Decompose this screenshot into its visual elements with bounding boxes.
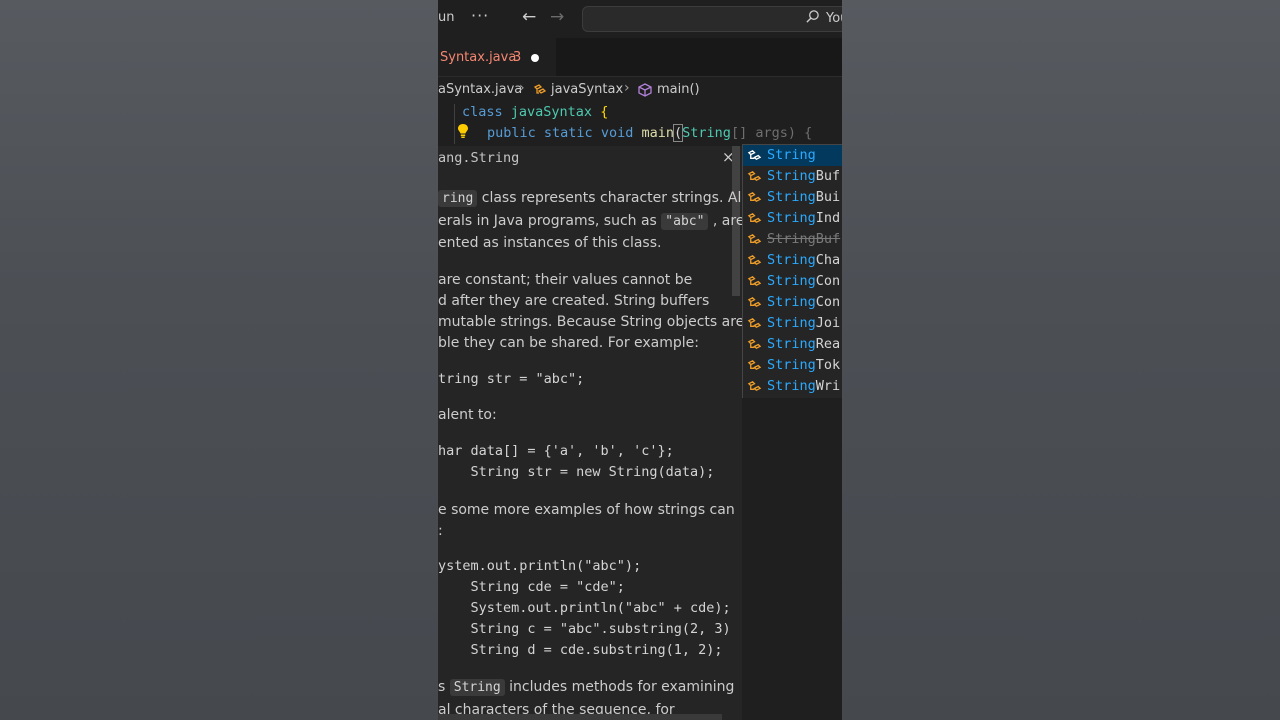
chevron-right-icon: ›	[519, 80, 525, 96]
suggestion-item[interactable]: StringWri	[743, 376, 842, 397]
suggestion-item[interactable]: StringBuf	[743, 166, 842, 187]
suggestion-label: StringBui	[767, 189, 841, 205]
class-icon	[747, 213, 762, 224]
suggestion-list: String StringBuf StringBui StringInd StringB…	[742, 144, 842, 400]
breadcrumb-class[interactable]: javaSyntax	[551, 82, 623, 97]
suggestion-label: StringBuf	[767, 168, 841, 184]
command-center-search[interactable]: You	[582, 6, 842, 32]
menu-run[interactable]: un	[438, 10, 454, 25]
menu-more-button[interactable]: ···	[471, 6, 489, 25]
doc-example-3-line-4: String c = "abc".substring(2, 3)	[438, 621, 731, 637]
title-bar: un ··· ← → You	[438, 0, 842, 38]
lightbulb-icon[interactable]	[456, 123, 470, 139]
suggestion-label: StringInd	[767, 210, 841, 226]
suggestion-label: String	[767, 147, 816, 163]
doc-horizontal-scrollbar[interactable]	[438, 714, 722, 720]
unsaved-dot-icon[interactable]	[531, 54, 539, 62]
code-line-1: class javaSyntax {	[462, 104, 609, 120]
doc-paragraph-3-line-2: :	[438, 523, 443, 539]
class-icon	[747, 192, 762, 203]
suggestion-label: StringRea	[767, 336, 841, 352]
doc-paragraph-2-line-4: ble they can be shared. For example:	[438, 335, 699, 351]
doc-example-3-line-2: String cde = "cde";	[438, 579, 625, 595]
suggestion-label: StringWri	[767, 378, 841, 394]
tab-javasyntax[interactable]: Syntax.java 3	[438, 38, 556, 76]
doc-example-1: tring str = "abc";	[438, 371, 585, 387]
breadcrumb-method[interactable]: main()	[657, 82, 700, 97]
doc-paragraph-1-line-3: ented as instances of this class.	[438, 235, 662, 251]
suggestion-item[interactable]: StringInd	[743, 208, 842, 229]
suggestion-label: StringCon	[767, 273, 841, 289]
suggestion-item[interactable]: StringTok	[743, 355, 842, 376]
doc-paragraph-2-line-3: mutable strings. Because String objects …	[438, 314, 743, 330]
suggestion-item[interactable]: StringCha	[743, 250, 842, 271]
search-icon	[806, 10, 819, 23]
class-icon	[747, 297, 762, 308]
class-icon	[747, 150, 762, 161]
suggestion-item[interactable]: String	[743, 145, 842, 166]
suggestion-label: StringBuf	[767, 231, 841, 247]
arrow-right-icon[interactable]: →	[550, 7, 564, 27]
suggestion-item[interactable]: StringRea	[743, 334, 842, 355]
suggestion-item[interactable]: StringCon	[743, 271, 842, 292]
background-right	[842, 0, 1280, 720]
arrow-left-icon[interactable]: ←	[522, 7, 536, 27]
doc-paragraph-4: s String includes methods for examining	[438, 679, 735, 696]
class-icon	[747, 381, 762, 392]
tab-label: Syntax.java	[440, 50, 517, 65]
doc-example-3-line-3: System.out.println("abc" + cde);	[438, 600, 731, 616]
class-icon	[747, 171, 762, 182]
code-editor[interactable]: class javaSyntax { public static void ma…	[438, 102, 842, 144]
chevron-right-icon: ›	[624, 80, 630, 96]
class-icon	[747, 318, 762, 329]
suggestion-label: StringTok	[767, 357, 841, 373]
doc-paragraph-2-line-1: are constant; their values cannot be	[438, 272, 693, 288]
suggestion-item[interactable]: StringCon	[743, 292, 842, 313]
suggestion-label: StringCha	[767, 252, 841, 268]
doc-title: ang.String	[438, 150, 520, 166]
doc-paragraph-3-line-1: e some more examples of how strings can	[438, 502, 735, 518]
suggestion-item[interactable]: StringBuf	[743, 229, 842, 250]
documentation-panel: ang.String × ring class represents chara…	[438, 146, 743, 720]
doc-paragraph-1-line-1: ring class represents character strings.…	[438, 190, 742, 207]
method-icon	[638, 83, 652, 97]
suggestion-item[interactable]: StringJoi	[743, 313, 842, 334]
class-icon	[747, 360, 762, 371]
class-icon	[533, 84, 547, 94]
background-left	[0, 0, 438, 720]
suggestion-item[interactable]: StringBui	[743, 187, 842, 208]
suggestion-label: StringCon	[767, 294, 841, 310]
doc-example-3-line-5: String d = cde.substring(1, 2);	[438, 642, 723, 658]
doc-example-3-line-1: ystem.out.println("abc");	[438, 558, 642, 574]
suggestion-label: StringJoi	[767, 315, 841, 331]
class-icon	[747, 339, 762, 350]
class-icon	[747, 255, 762, 266]
problem-count-badge: 3	[513, 50, 522, 65]
doc-paragraph-1-line-2: erals in Java programs, such as "abc" , …	[438, 213, 743, 230]
doc-example-2-line-2: String str = new String(data);	[438, 464, 715, 480]
doc-example-2-line-1: har data[] = {'a', 'b', 'c'};	[438, 443, 674, 459]
class-icon	[747, 234, 762, 245]
class-icon	[747, 276, 762, 287]
doc-equivalent: alent to:	[438, 407, 497, 423]
breadcrumb: aSyntax.java › javaSyntax › main()	[438, 80, 842, 100]
tab-bar: Syntax.java 3	[438, 38, 842, 77]
editor-background	[742, 398, 842, 720]
doc-paragraph-2-line-2: d after they are created. String buffers	[438, 293, 710, 309]
editor-window: un ··· ← → You Syntax.java 3 aSyntax.jav…	[438, 0, 842, 720]
search-text: You	[826, 11, 842, 26]
breadcrumb-file[interactable]: aSyntax.java	[438, 82, 522, 97]
code-line-2: public static void main(String[] args) {	[487, 124, 813, 142]
